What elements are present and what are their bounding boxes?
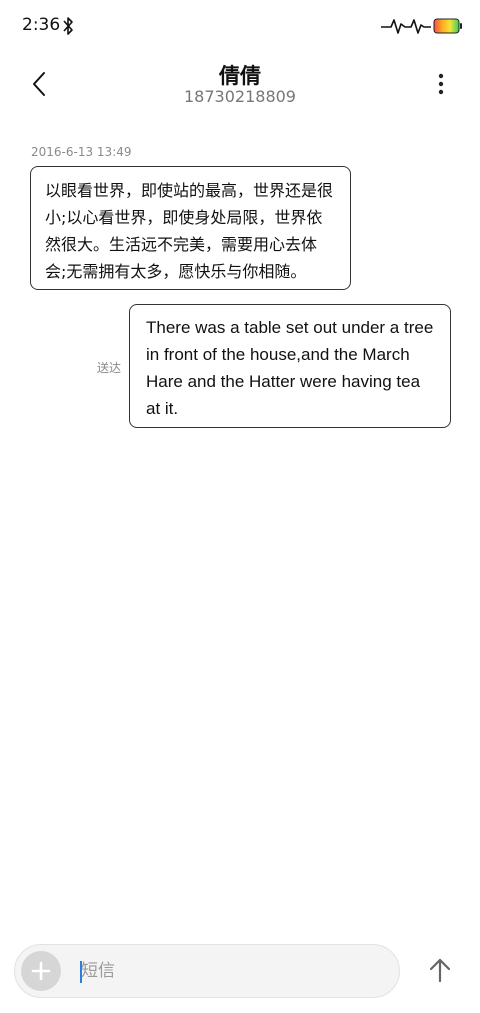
send-button[interactable] [424, 952, 456, 988]
conversation-header: 倩倩 18730218809 [0, 52, 480, 116]
message-line: in front of the house,and the March [146, 345, 410, 364]
contact-number: 18730218809 [184, 87, 296, 106]
message-line: 然很大。生活远不完美，需要用心去体 [45, 235, 318, 254]
message-line: at it. [146, 399, 179, 418]
message-timestamp: 2016-6-13 13:49 [31, 145, 132, 159]
message-line: 以眼看世界，即使站的最高，世界还是很 [45, 181, 334, 200]
status-bar: 2:36 [0, 0, 480, 52]
more-options-button[interactable] [426, 66, 456, 102]
arrow-up-icon [429, 958, 451, 983]
outgoing-message-bubble[interactable]: There was a table set out under a tree i… [129, 304, 451, 428]
battery-icon [433, 18, 462, 34]
message-line: Hare and the Hatter were having tea [146, 372, 421, 391]
more-vertical-icon [438, 73, 444, 95]
incoming-message-bubble[interactable]: 以眼看世界，即使站的最高，世界还是很 小;以心看世界，即使身处局限，世界依 然很… [30, 166, 351, 290]
delivery-status: 送达 [97, 361, 122, 375]
message-input[interactable] [81, 953, 381, 989]
contact-name: 倩倩 [219, 64, 261, 88]
bluetooth-icon [63, 17, 73, 35]
plus-icon [31, 961, 51, 981]
add-attachment-button[interactable] [21, 951, 61, 991]
message-composer [14, 944, 400, 998]
message-line: 小;以心看世界，即使身处局限，世界依 [45, 208, 323, 227]
message-line: There was a table set out under a tree [146, 318, 434, 337]
status-time: 2:36 [22, 15, 61, 35]
activity-pulse-icon [381, 19, 431, 34]
message-line: 会;无需拥有太多，愿快乐与你相随。 [45, 262, 307, 281]
